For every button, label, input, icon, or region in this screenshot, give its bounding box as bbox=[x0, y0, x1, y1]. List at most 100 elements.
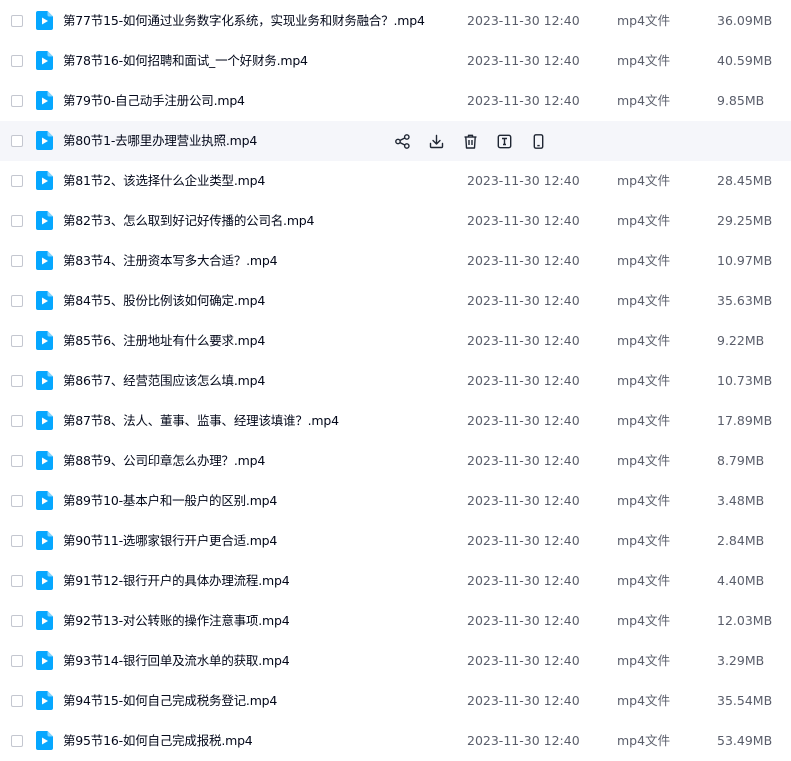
row-checkbox[interactable] bbox=[11, 575, 23, 587]
row-checkbox[interactable] bbox=[11, 615, 23, 627]
file-size: 3.48MB bbox=[717, 493, 765, 508]
file-type: mp4文件 bbox=[617, 733, 671, 748]
video-file-icon bbox=[36, 491, 53, 510]
file-name[interactable]: 第86节7、经营范围应该怎么填.mp4 bbox=[63, 361, 265, 401]
row-checkbox[interactable] bbox=[11, 135, 23, 147]
row-checkbox[interactable] bbox=[11, 415, 23, 427]
row-checkbox[interactable] bbox=[11, 375, 23, 387]
file-size: 2.84MB bbox=[717, 533, 765, 548]
file-name[interactable]: 第87节8、法人、董事、监事、经理该填谁？.mp4 bbox=[63, 401, 339, 441]
file-type: mp4文件 bbox=[617, 453, 671, 468]
file-date: 2023-11-30 12:40 bbox=[467, 653, 580, 668]
file-row[interactable]: 第86节7、经营范围应该怎么填.mp4 2023-11-30 12:40 mp4… bbox=[0, 361, 791, 401]
delete-icon[interactable] bbox=[462, 133, 479, 150]
file-name[interactable]: 第82节3、怎么取到好记好传播的公司名.mp4 bbox=[63, 201, 314, 241]
row-checkbox[interactable] bbox=[11, 335, 23, 347]
file-row[interactable]: 第95节16-如何自己完成报税.mp4 2023-11-30 12:40 mp4… bbox=[0, 721, 791, 761]
file-row[interactable]: 第87节8、法人、董事、监事、经理该填谁？.mp4 2023-11-30 12:… bbox=[0, 401, 791, 441]
video-file-icon bbox=[36, 531, 53, 550]
video-file-icon bbox=[36, 131, 53, 150]
file-date: 2023-11-30 12:40 bbox=[467, 693, 580, 708]
file-row[interactable]: 第91节12-银行开户的具体办理流程.mp4 2023-11-30 12:40 … bbox=[0, 561, 791, 601]
file-name[interactable]: 第78节16-如何招聘和面试_一个好财务.mp4 bbox=[63, 41, 308, 81]
video-file-icon bbox=[36, 451, 53, 470]
row-checkbox[interactable] bbox=[11, 455, 23, 467]
video-file-icon bbox=[36, 651, 53, 670]
row-checkbox[interactable] bbox=[11, 535, 23, 547]
file-row[interactable]: 第84节5、股份比例该如何确定.mp4 2023-11-30 12:40 mp4… bbox=[0, 281, 791, 321]
row-checkbox[interactable] bbox=[11, 495, 23, 507]
file-date: 2023-11-30 12:40 bbox=[467, 573, 580, 588]
row-checkbox[interactable] bbox=[11, 175, 23, 187]
file-name[interactable]: 第85节6、注册地址有什么要求.mp4 bbox=[63, 321, 265, 361]
file-date: 2023-11-30 12:40 bbox=[467, 213, 580, 228]
file-name[interactable]: 第80节1-去哪里办理营业执照.mp4 bbox=[63, 121, 257, 161]
file-size: 4.40MB bbox=[717, 573, 765, 588]
file-type: mp4文件 bbox=[617, 613, 671, 628]
file-name[interactable]: 第91节12-银行开户的具体办理流程.mp4 bbox=[63, 561, 290, 601]
file-date: 2023-11-30 12:40 bbox=[467, 333, 580, 348]
file-name[interactable]: 第79节0-自己动手注册公司.mp4 bbox=[63, 81, 245, 121]
file-date: 2023-11-30 12:40 bbox=[467, 13, 580, 28]
file-row[interactable]: 第92节13-对公转账的操作注意事项.mp4 2023-11-30 12:40 … bbox=[0, 601, 791, 641]
file-row[interactable]: 第80节1-去哪里办理营业执照.mp4 bbox=[0, 121, 791, 161]
row-checkbox[interactable] bbox=[11, 55, 23, 67]
file-size: 9.22MB bbox=[717, 333, 765, 348]
file-row[interactable]: 第89节10-基本户和一般户的区别.mp4 2023-11-30 12:40 m… bbox=[0, 481, 791, 521]
download-icon[interactable] bbox=[428, 133, 445, 150]
file-name[interactable]: 第94节15-如何自己完成税务登记.mp4 bbox=[63, 681, 277, 721]
file-type: mp4文件 bbox=[617, 493, 671, 508]
mobile-icon[interactable] bbox=[530, 133, 547, 150]
file-row[interactable]: 第82节3、怎么取到好记好传播的公司名.mp4 2023-11-30 12:40… bbox=[0, 201, 791, 241]
row-checkbox[interactable] bbox=[11, 735, 23, 747]
file-date: 2023-11-30 12:40 bbox=[467, 453, 580, 468]
file-name[interactable]: 第83节4、注册资本写多大合适？.mp4 bbox=[63, 241, 278, 281]
file-date: 2023-11-30 12:40 bbox=[467, 413, 580, 428]
file-size: 28.45MB bbox=[717, 173, 773, 188]
text-extract-icon[interactable] bbox=[496, 133, 513, 150]
file-name[interactable]: 第89节10-基本户和一般户的区别.mp4 bbox=[63, 481, 277, 521]
file-row[interactable]: 第85节6、注册地址有什么要求.mp4 2023-11-30 12:40 mp4… bbox=[0, 321, 791, 361]
file-row[interactable]: 第77节15-如何通过业务数字化系统，实现业务和财务融合？.mp4 2023-1… bbox=[0, 1, 791, 41]
file-row[interactable]: 第88节9、公司印章怎么办理？.mp4 2023-11-30 12:40 mp4… bbox=[0, 441, 791, 481]
file-date: 2023-11-30 12:40 bbox=[467, 493, 580, 508]
video-file-icon bbox=[36, 731, 53, 750]
file-name[interactable]: 第81节2、该选择什么企业类型.mp4 bbox=[63, 161, 265, 201]
file-name[interactable]: 第95节16-如何自己完成报税.mp4 bbox=[63, 721, 253, 761]
file-type: mp4文件 bbox=[617, 13, 671, 28]
file-row[interactable]: 第94节15-如何自己完成税务登记.mp4 2023-11-30 12:40 m… bbox=[0, 681, 791, 721]
file-row[interactable]: 第93节14-银行回单及流水单的获取.mp4 2023-11-30 12:40 … bbox=[0, 641, 791, 681]
file-row[interactable]: 第78节16-如何招聘和面试_一个好财务.mp4 2023-11-30 12:4… bbox=[0, 41, 791, 81]
row-checkbox[interactable] bbox=[11, 655, 23, 667]
video-file-icon bbox=[36, 51, 53, 70]
file-size: 12.03MB bbox=[717, 613, 773, 628]
row-checkbox[interactable] bbox=[11, 295, 23, 307]
file-row[interactable]: 第79节0-自己动手注册公司.mp4 2023-11-30 12:40 mp4文… bbox=[0, 81, 791, 121]
share-icon[interactable] bbox=[394, 133, 411, 150]
row-checkbox[interactable] bbox=[11, 15, 23, 27]
row-checkbox[interactable] bbox=[11, 695, 23, 707]
file-row[interactable]: 第83节4、注册资本写多大合适？.mp4 2023-11-30 12:40 mp… bbox=[0, 241, 791, 281]
file-date: 2023-11-30 12:40 bbox=[467, 53, 580, 68]
file-type: mp4文件 bbox=[617, 333, 671, 348]
row-checkbox[interactable] bbox=[11, 215, 23, 227]
file-name[interactable]: 第90节11-选哪家银行开户更合适.mp4 bbox=[63, 521, 277, 561]
file-row[interactable]: 第90节11-选哪家银行开户更合适.mp4 2023-11-30 12:40 m… bbox=[0, 521, 791, 561]
file-date: 2023-11-30 12:40 bbox=[467, 733, 580, 748]
video-file-icon bbox=[36, 371, 53, 390]
file-type: mp4文件 bbox=[617, 693, 671, 708]
row-checkbox[interactable] bbox=[11, 255, 23, 267]
file-name[interactable]: 第92节13-对公转账的操作注意事项.mp4 bbox=[63, 601, 290, 641]
file-size: 17.89MB bbox=[717, 413, 773, 428]
file-row[interactable]: 第81节2、该选择什么企业类型.mp4 2023-11-30 12:40 mp4… bbox=[0, 161, 791, 201]
video-file-icon bbox=[36, 571, 53, 590]
row-checkbox[interactable] bbox=[11, 95, 23, 107]
file-type: mp4文件 bbox=[617, 173, 671, 188]
file-name[interactable]: 第77节15-如何通过业务数字化系统，实现业务和财务融合？.mp4 bbox=[63, 1, 425, 41]
file-type: mp4文件 bbox=[617, 293, 671, 308]
file-name[interactable]: 第88节9、公司印章怎么办理？.mp4 bbox=[63, 441, 265, 481]
file-name[interactable]: 第93节14-银行回单及流水单的获取.mp4 bbox=[63, 641, 290, 681]
file-date: 2023-11-30 12:40 bbox=[467, 253, 580, 268]
file-name[interactable]: 第84节5、股份比例该如何确定.mp4 bbox=[63, 281, 265, 321]
file-size: 36.09MB bbox=[717, 13, 773, 28]
